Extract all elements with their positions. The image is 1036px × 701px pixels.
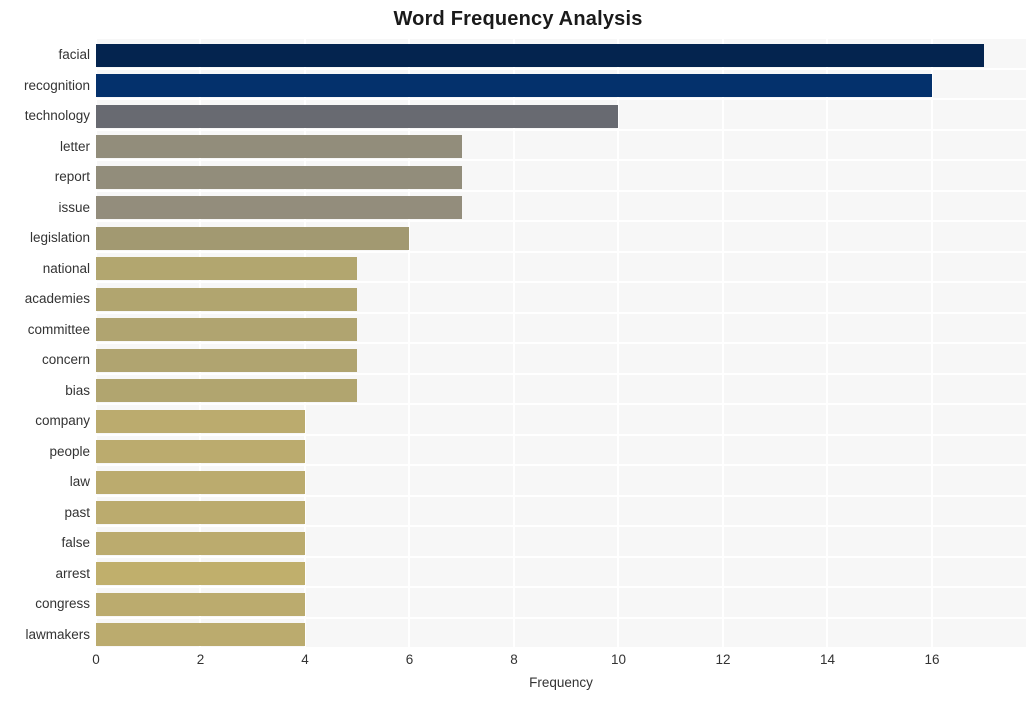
bar [96,74,932,98]
gridline-horizontal [96,250,1026,253]
y-axis-tick-labels: facial recognition technology letter report i… [0,38,90,648]
bar [96,470,305,494]
y-tick-label: report [54,169,90,185]
y-tick-label: congress [35,596,90,612]
y-tick-label: academies [24,291,90,307]
x-tick-label: 14 [819,652,835,667]
plot-area [96,38,1026,648]
x-axis-tick-labels: 0 2 4 6 8 10 12 14 16 [0,652,1036,674]
bar [96,165,462,189]
x-tick-label: 8 [510,652,518,667]
bar [96,196,462,220]
bar [96,562,305,586]
bar [96,623,305,647]
bar [96,379,358,403]
gridline-horizontal [96,616,1026,619]
bar [96,531,305,555]
bar [96,440,305,464]
gridline-horizontal [96,189,1026,192]
bar [96,135,462,159]
gridline-horizontal [96,647,1026,648]
gridline-horizontal [96,281,1026,283]
y-tick-label: lawmakers [25,626,90,642]
gridline-horizontal [96,342,1026,344]
y-tick-label: facial [58,47,90,63]
y-tick-label: arrest [55,565,90,581]
y-tick-label: false [61,535,90,551]
bar [96,257,358,281]
y-tick-label: technology [24,108,90,124]
gridline-horizontal [96,311,1026,314]
gridline-horizontal [96,494,1026,497]
y-tick-label: national [42,260,90,276]
gridline-horizontal [96,220,1026,222]
x-tick-label: 12 [715,652,731,667]
y-tick-label: letter [59,138,90,154]
y-tick-label: recognition [23,77,90,93]
bar [96,592,305,616]
gridline-horizontal [96,525,1026,527]
y-tick-label: past [64,504,90,520]
x-tick-label: 6 [405,652,414,667]
bar [96,104,619,128]
x-tick-label: 4 [301,652,309,667]
y-tick-label: issue [58,199,90,215]
y-tick-label: committee [27,321,90,337]
y-tick-label: legislation [29,230,90,246]
x-axis-title: Frequency [529,675,593,690]
gridline-horizontal [96,555,1026,558]
gridline-horizontal [96,403,1026,405]
y-tick-label: law [69,474,90,490]
bar [96,318,358,342]
x-tick-label: 16 [924,652,940,667]
gridline-horizontal [96,464,1026,466]
chart-title: Word Frequency Analysis [393,8,643,30]
gridline-horizontal [96,159,1026,161]
bar [96,43,985,67]
word-frequency-bar-chart: Word Frequency Analysis facial recognitio… [0,0,1036,701]
gridline-horizontal [96,38,1026,39]
y-tick-label: people [49,443,90,459]
y-tick-label: bias [65,382,90,398]
bar [96,287,358,311]
bar [96,226,410,250]
gridline-horizontal [96,586,1026,588]
gridline-horizontal [96,433,1026,436]
bar [96,348,358,372]
gridline-horizontal [96,67,1026,70]
gridline-horizontal [96,128,1026,131]
x-tick-label: 10 [610,652,626,667]
x-tick-label: 0 [92,652,100,667]
gridline-horizontal [96,98,1026,100]
bar [96,501,305,525]
gridline-horizontal [96,372,1026,375]
y-tick-label: concern [41,352,90,368]
x-tick-label: 2 [196,652,205,667]
y-tick-label: company [35,413,90,429]
bar [96,409,305,433]
